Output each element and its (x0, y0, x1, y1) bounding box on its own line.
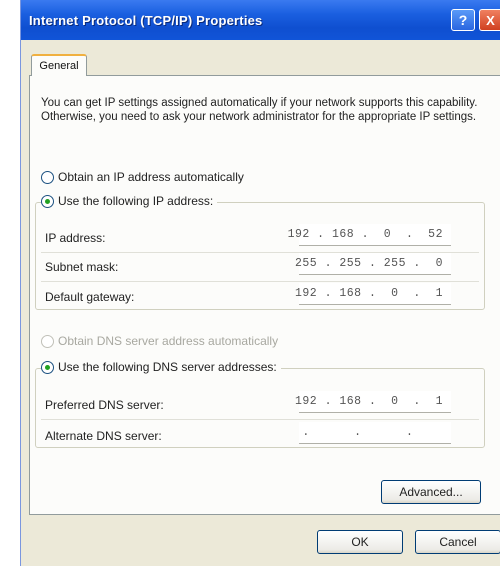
subnet-mask-input[interactable]: 255 . 255 . 255 . 0 (295, 253, 451, 275)
radio-unselected-icon (41, 170, 54, 184)
obtain-dns-auto-radio[interactable]: Obtain DNS server address automatically (41, 334, 283, 348)
tab-general[interactable]: General (31, 54, 87, 76)
default-gateway-label: Default gateway: (45, 290, 135, 304)
intro-text: You can get IP settings assigned automat… (41, 97, 478, 123)
ip-address-label: IP address: (45, 231, 106, 245)
row-divider (41, 419, 479, 420)
advanced-button[interactable]: Advanced... (381, 480, 481, 504)
default-gateway-input[interactable]: 192 . 168 . 0 . 1 (295, 283, 451, 305)
use-following-dns-label: Use the following DNS server addresses: (58, 360, 277, 374)
use-following-dns-radio[interactable]: Use the following DNS server addresses: (41, 360, 281, 374)
use-following-ip-label: Use the following IP address: (58, 194, 214, 208)
alternate-dns-label: Alternate DNS server: (45, 429, 162, 443)
radio-selected-icon (41, 360, 54, 374)
tcpip-properties-dialog: Internet Protocol (TCP/IP) Properties ? … (20, 0, 500, 566)
help-button[interactable]: ? (451, 9, 475, 31)
alternate-dns-input[interactable]: . . . (299, 422, 451, 444)
close-icon: X (486, 12, 495, 28)
radio-selected-icon (41, 194, 54, 208)
obtain-ip-auto-label: Obtain an IP address automatically (58, 170, 244, 184)
obtain-dns-auto-label: Obtain DNS server address automatically (58, 334, 279, 348)
subnet-mask-label: Subnet mask: (45, 260, 119, 274)
use-following-ip-radio[interactable]: Use the following IP address: (41, 194, 218, 208)
ok-button[interactable]: OK (317, 530, 403, 554)
cancel-button[interactable]: Cancel (415, 530, 500, 554)
obtain-ip-auto-radio[interactable]: Obtain an IP address automatically (41, 170, 248, 184)
window-title: Internet Protocol (TCP/IP) Properties (29, 13, 263, 28)
row-divider (41, 281, 479, 282)
radio-disabled-icon (41, 334, 54, 348)
title-bar[interactable]: Internet Protocol (TCP/IP) Properties ? … (21, 0, 500, 40)
question-mark-icon: ? (458, 12, 468, 28)
ip-address-input[interactable]: 192 . 168 . 0 . 52 (288, 224, 451, 246)
preferred-dns-input[interactable]: 192 . 168 . 0 . 1 (295, 391, 451, 413)
close-button[interactable]: X (479, 9, 500, 31)
preferred-dns-label: Preferred DNS server: (45, 398, 164, 412)
